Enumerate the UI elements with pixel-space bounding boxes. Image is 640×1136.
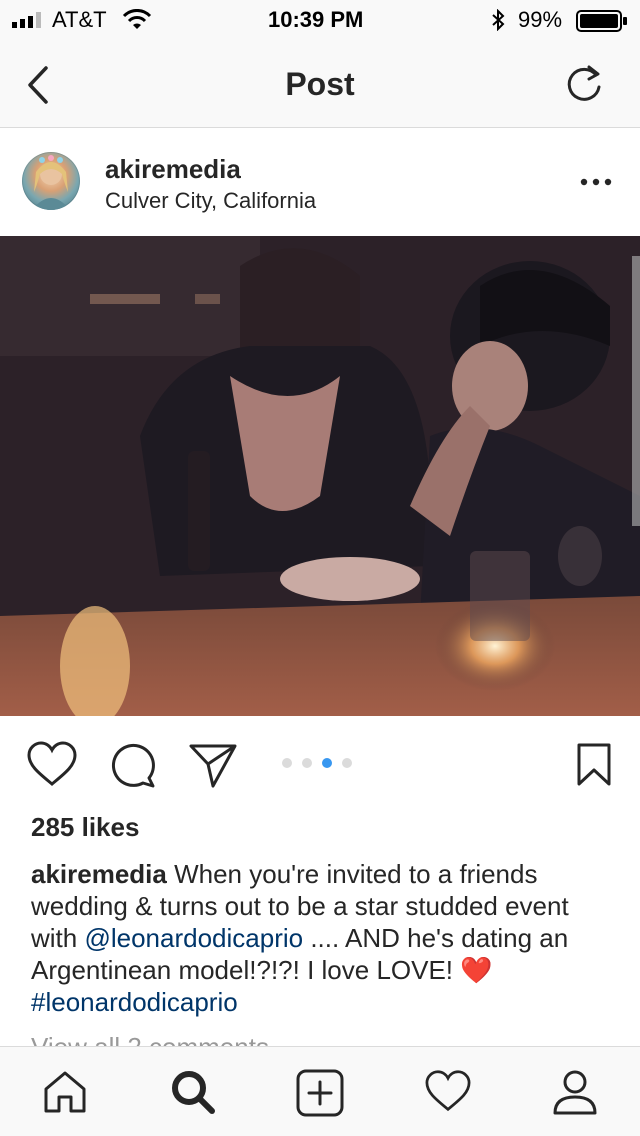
like-button[interactable] — [26, 740, 78, 788]
photo-image — [0, 236, 640, 716]
search-icon[interactable] — [170, 1069, 216, 1115]
wifi-icon — [122, 9, 152, 29]
action-bar — [0, 716, 640, 812]
profile-icon[interactable] — [552, 1069, 598, 1115]
refresh-button[interactable] — [562, 63, 606, 107]
status-bar: AT&T 10:39 PM 99% — [0, 0, 640, 40]
post-username[interactable]: akiremedia — [105, 154, 241, 185]
battery-percent: 99% — [518, 7, 563, 32]
comment-button[interactable] — [107, 740, 157, 790]
post-header: akiremedia Culver City, California — [0, 128, 640, 236]
bluetooth-icon — [492, 9, 505, 31]
signal-icon — [12, 12, 41, 28]
carousel-dot — [302, 758, 312, 768]
nav-bar: Post — [0, 40, 640, 128]
caption-hashtag[interactable]: #leonardodicaprio — [31, 987, 238, 1017]
battery-icon — [576, 10, 627, 32]
page-title: Post — [285, 66, 355, 102]
avatar[interactable] — [22, 152, 80, 210]
likes-count[interactable]: 285 likes — [31, 812, 139, 843]
plus-square-icon[interactable] — [296, 1069, 344, 1117]
heart-icon[interactable] — [424, 1069, 472, 1113]
heart-emoji-icon: ❤️ — [460, 955, 493, 985]
post-location[interactable]: Culver City, California — [105, 188, 316, 214]
carousel-dot — [342, 758, 352, 768]
carrier-label: AT&T — [52, 7, 107, 32]
carousel-dot-active — [322, 758, 332, 768]
carousel-dot — [282, 758, 292, 768]
avatar-image — [32, 155, 70, 210]
more-options-button[interactable] — [578, 170, 614, 194]
status-time: 10:39 PM — [268, 7, 364, 32]
post-caption: akiremedia When you're invited to a frie… — [31, 858, 616, 1018]
caption-username[interactable]: akiremedia — [31, 859, 167, 889]
post-photo[interactable] — [0, 236, 640, 716]
home-icon[interactable] — [42, 1069, 88, 1115]
share-button[interactable] — [188, 742, 238, 788]
save-button[interactable] — [576, 742, 612, 788]
caption-mention[interactable]: @leonardodicaprio — [84, 923, 303, 953]
tab-bar — [0, 1046, 640, 1136]
